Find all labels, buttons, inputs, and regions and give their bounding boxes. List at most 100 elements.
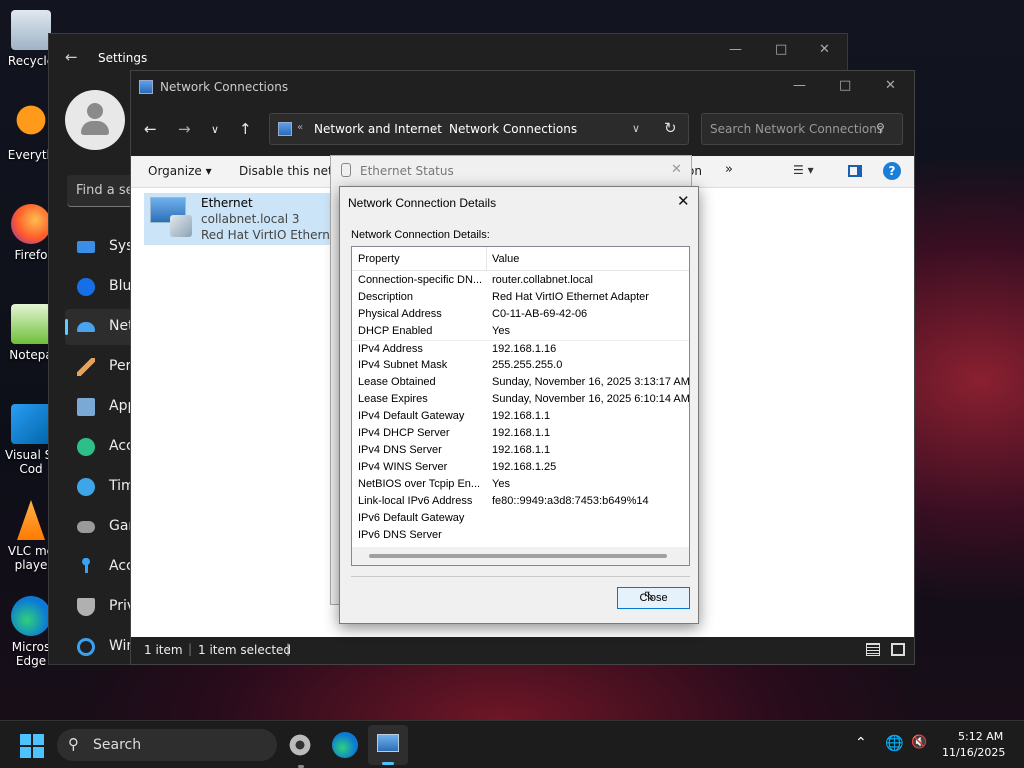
system-icon <box>77 241 95 253</box>
change-view-icon[interactable]: ☰ ▾ <box>793 163 814 177</box>
back-arrow-icon[interactable]: ← <box>65 48 78 66</box>
status-bar: 1 item | 1 item selected | <box>131 637 914 664</box>
connection-name: Ethernet <box>201 196 253 210</box>
clock-date[interactable]: 11/16/2025 <box>942 746 1005 759</box>
back-arrow-icon[interactable]: ← <box>144 120 157 138</box>
table-row[interactable]: IPv4 Subnet Mask 255.255.255.0 <box>352 357 689 374</box>
start-windows-icon[interactable] <box>20 734 44 758</box>
table-row[interactable]: Lease Expires Sunday, November 16, 2025 6… <box>352 391 689 408</box>
table-row[interactable]: Lease Obtained Sunday, November 16, 2025 … <box>352 374 689 391</box>
settings-title: Settings <box>98 51 148 65</box>
network-globe-icon[interactable]: 🌐 <box>885 734 904 752</box>
details-list-view[interactable]: Property Value Connection-specific DN...… <box>351 246 690 566</box>
table-row[interactable]: IPv4 WINS Server 192.168.1.25 <box>352 459 689 476</box>
taskbar-search[interactable]: ⚲ Search <box>57 729 277 761</box>
settings-nav-system[interactable]: Syst <box>65 229 135 265</box>
table-row[interactable]: Connection-specific DN... router.collabne… <box>352 272 689 289</box>
dialog-title: Network Connection Details <box>348 196 497 210</box>
settings-nav-apps[interactable]: App <box>65 389 135 425</box>
show-hidden-icons-chevron-icon[interactable]: ⌃ <box>855 735 867 751</box>
refresh-icon[interactable]: ↻ <box>664 119 677 137</box>
clock-time[interactable]: 5:12 AM <box>958 730 1003 743</box>
ethernet-status-title: Ethernet Status <box>360 164 454 178</box>
help-icon[interactable]: ? <box>883 162 901 180</box>
recent-chevron-down-icon[interactable]: ∨ <box>211 123 219 136</box>
close-icon[interactable]: ✕ <box>819 42 830 57</box>
minimize-icon[interactable]: — <box>729 42 742 57</box>
breadcrumb-network-internet[interactable]: Network and Internet <box>314 122 442 136</box>
settings-nav-accounts[interactable]: Acc <box>65 429 135 465</box>
table-row[interactable]: IPv4 Default Gateway 192.168.1.1 <box>352 408 689 425</box>
organize-button[interactable]: Organize ▾ <box>148 164 212 178</box>
column-header-value[interactable]: Value <box>492 253 519 265</box>
volume-muted-icon[interactable]: 🔇 <box>911 735 927 750</box>
taskbar: ⚲ Search ⌃ 🌐 🔇 5:12 AM 11/16/2025 <box>0 720 1024 768</box>
window-title: Network Connections <box>160 80 289 94</box>
recycle-bin-icon <box>11 10 51 50</box>
settings-gear-icon[interactable] <box>288 733 312 757</box>
scrollbar-thumb[interactable] <box>369 554 667 558</box>
shield-icon <box>77 598 95 616</box>
table-row[interactable]: IPv4 Address 192.168.1.16 <box>352 340 689 357</box>
horizontal-scrollbar[interactable] <box>352 547 689 565</box>
settings-nav-time-language[interactable]: Tim <box>65 469 135 505</box>
minimize-icon[interactable]: — <box>793 78 806 93</box>
breadcrumb-network-connections[interactable]: Network Connections <box>449 122 577 136</box>
settings-search-input[interactable]: Find a se <box>67 175 137 207</box>
connection-network: collabnet.local 3 <box>201 212 300 226</box>
close-icon[interactable]: ✕ <box>677 192 690 210</box>
table-row[interactable]: DHCP Enabled Yes <box>352 323 689 340</box>
table-row[interactable]: IPv4 DHCP Server 192.168.1.1 <box>352 425 689 442</box>
search-icon: ⚲ <box>68 735 79 753</box>
table-row[interactable]: IPv6 DNS Server <box>352 527 689 544</box>
table-row[interactable]: IPv4 DNS Server 192.168.1.1 <box>352 442 689 459</box>
table-row[interactable]: Physical Address C0-11-AB-69-42-06 <box>352 306 689 323</box>
item-count: 1 item <box>144 643 183 657</box>
breadcrumb-separator-icon: › <box>433 121 438 135</box>
settings-nav-accessibility[interactable]: Acc <box>65 549 135 585</box>
more-options-button[interactable]: » <box>725 162 733 177</box>
settings-nav-bluetooth[interactable]: Blue <box>65 269 135 305</box>
edge-taskbar-icon[interactable] <box>332 732 358 758</box>
network-cable-icon <box>170 215 192 237</box>
large-icons-view-icon[interactable] <box>891 643 905 656</box>
address-bar[interactable]: « Network and Internet › Network Connect… <box>269 113 689 145</box>
table-row[interactable]: Description Red Hat VirtIO Ethernet Adapt… <box>352 289 689 306</box>
maximize-icon[interactable]: □ <box>775 42 787 57</box>
active-indicator <box>382 762 394 765</box>
dialog-subtitle: Network Connection Details: <box>351 229 490 241</box>
edge-icon <box>11 596 51 636</box>
control-panel-icon <box>278 122 292 136</box>
overflow-chevron-icon: « <box>297 122 304 133</box>
disable-network-device-button[interactable]: Disable this netwo <box>239 164 331 178</box>
forward-arrow-icon[interactable]: → <box>178 120 191 138</box>
table-row[interactable]: Link-local IPv6 Address fe80::9949:a3d8:7… <box>352 493 689 510</box>
brush-icon <box>77 358 95 376</box>
bluetooth-icon <box>77 278 95 296</box>
details-view-icon[interactable] <box>866 643 880 656</box>
search-icon: ⚲ <box>876 121 885 135</box>
close-icon[interactable]: ✕ <box>671 162 682 177</box>
up-arrow-icon[interactable]: ↑ <box>239 120 252 138</box>
network-connections-taskbar-button[interactable] <box>368 725 408 765</box>
settings-nav-network[interactable]: Net <box>65 309 135 345</box>
everything-icon <box>11 104 51 144</box>
settings-nav-privacy[interactable]: Priv <box>65 589 135 625</box>
settings-nav-windows-update[interactable]: Win <box>65 629 135 665</box>
close-icon[interactable]: ✕ <box>885 78 896 93</box>
address-dropdown-icon[interactable]: ∨ <box>632 122 640 135</box>
maximize-icon[interactable]: □ <box>839 78 851 93</box>
ethernet-connection-item[interactable]: Ethernet collabnet.local 3 Red Hat VirtI… <box>144 193 354 245</box>
table-row[interactable]: IPv6 Default Gateway <box>352 510 689 527</box>
search-network-connections-input[interactable]: Search Network Connections ⚲ <box>701 113 903 145</box>
preview-pane-icon[interactable] <box>848 165 862 177</box>
notepad-plus-icon <box>11 304 51 344</box>
status-divider: | <box>188 642 193 656</box>
firefox-icon <box>11 204 51 244</box>
settings-nav-gaming[interactable]: Gar <box>65 509 135 545</box>
avatar[interactable] <box>65 90 125 150</box>
column-header-property[interactable]: Property <box>358 253 400 265</box>
table-row[interactable]: NetBIOS over Tcpip En... Yes <box>352 476 689 493</box>
settings-nav-personalization[interactable]: Pers <box>65 349 135 385</box>
network-connections-taskbar-icon <box>377 734 399 752</box>
